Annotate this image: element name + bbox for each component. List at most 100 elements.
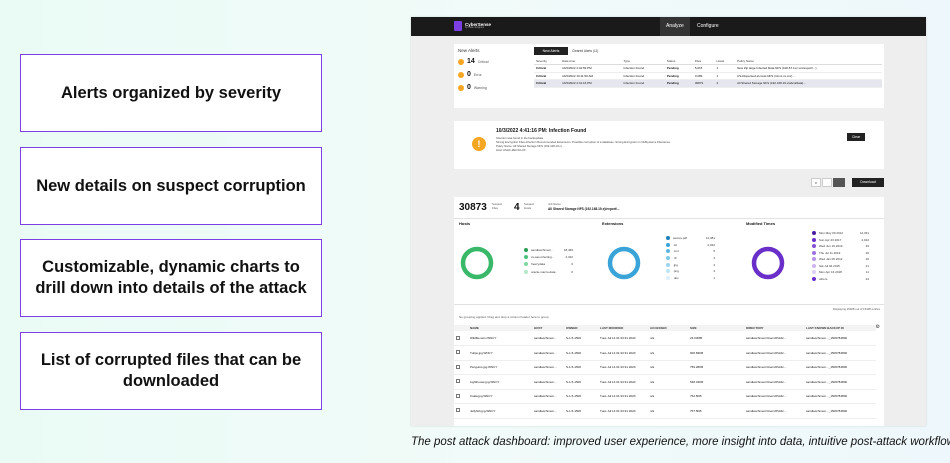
col-hosts[interactable]: Hosts xyxy=(714,57,736,65)
legend-item[interactable]: .rtf 4 xyxy=(666,255,715,262)
legend-item[interactable]: secure.pdf 12,381 xyxy=(666,235,715,242)
cell: Jellyfish.jpg.WNCY xyxy=(468,403,532,419)
tab-cleared-alerts[interactable]: Cleared Alerts (11) xyxy=(572,47,598,55)
file-row[interactable]: Wildfile.wmv.WNCY sandiacchmem... S-1-5-15… xyxy=(454,331,876,346)
col-type[interactable]: Type xyxy=(621,57,665,65)
extensions-chart-title: Extensions xyxy=(602,221,624,226)
legend-item[interactable]: others 24 xyxy=(812,276,869,283)
legend-item[interactable]: oracle-macro-data.. 0 xyxy=(524,268,573,275)
nav-tab-configure[interactable]: Configure xyxy=(691,17,725,36)
extensions-donut-ring[interactable] xyxy=(607,246,641,280)
cell: 23.03MB xyxy=(688,331,744,346)
legend-item[interactable]: .png 3 xyxy=(666,268,715,275)
row-checkbox[interactable] xyxy=(456,335,460,340)
legend-dot-icon xyxy=(666,256,670,261)
alert-row[interactable]: Critical 10/3/2022 10:11:50 AM Infection… xyxy=(534,72,882,80)
cell: Tues Jul 14 01:33:31 2020 xyxy=(598,345,648,361)
legend-item[interactable]: cs-sas-infecting.. 2,322 xyxy=(524,253,573,260)
legend-item[interactable]: .txt 2,022 xyxy=(666,242,715,249)
cell: Koala.jpg.WNCY xyxy=(468,389,532,404)
legend-dot-icon xyxy=(812,263,816,268)
file-row[interactable]: Koala.jpg.WNCY sandiacchmem... S-1-5-1500 T… xyxy=(454,389,876,404)
cell: sandiacchmem... xyxy=(532,360,564,375)
job-name-label: Job Name xyxy=(548,202,561,206)
alert-row-selected[interactable]: Critical 10/3/2022 4:41:16 PM Infection … xyxy=(534,79,882,88)
clear-button[interactable]: Clear xyxy=(847,133,865,141)
legend-dot-icon xyxy=(666,262,670,267)
legend-item[interactable]: freezydata 0 xyxy=(524,261,573,268)
severity-warning[interactable]: 0 Warning xyxy=(458,84,487,91)
legend-dot-icon xyxy=(666,236,670,241)
row-checkbox[interactable] xyxy=(456,393,460,398)
cell: 606.83KB xyxy=(688,345,744,361)
hosts-donut[interactable] xyxy=(459,245,495,281)
settings-gear-icon[interactable]: ⚙ xyxy=(876,324,880,330)
legend-dot-icon xyxy=(524,254,528,259)
file-row[interactable]: Jellyfish.jpg.WNCY sandiacchmem... S-1-5-1… xyxy=(454,403,876,419)
cell: Wildfile.wmv.WNCY xyxy=(468,331,532,346)
modified-donut[interactable] xyxy=(750,245,786,281)
legend-label: .rtf xyxy=(673,256,677,261)
legend-label: .txt xyxy=(673,242,678,247)
cell: Tues Jul 14 01:33:31 2020 xyxy=(598,360,648,375)
file-row[interactable]: Penguins.jpg.WNCY sandiacchmem... S-1-5-15… xyxy=(454,360,876,375)
feature-text: New details on suspect corruption xyxy=(36,176,306,195)
cell: Infection Found xyxy=(621,79,665,88)
cell: New Zip large Infected Data NFS (100.67.… xyxy=(735,64,882,73)
hosts-legend: sandiacchmem.. 18,469 cs-sas-infecting.. 2… xyxy=(524,246,573,275)
feature-box-corruption: New details on suspect corruption xyxy=(20,147,322,225)
nav-tab-analyze[interactable]: Analyze xyxy=(660,17,690,36)
legend-dot-icon xyxy=(524,247,528,252)
severity-count: 0 xyxy=(467,84,471,91)
legend-item[interactable]: sandiacchmem.. 18,469 xyxy=(524,246,573,253)
legend-value: 2,022 xyxy=(861,237,869,242)
severity-label: Critical xyxy=(477,59,489,64)
legend-value: 12,331 xyxy=(859,231,869,236)
legend-item[interactable]: .doc 1 xyxy=(666,275,715,282)
col-files[interactable]: Files xyxy=(692,57,715,65)
cell: sandiacchmem/Users/Public... xyxy=(744,331,804,346)
legend-dot-icon xyxy=(812,257,816,262)
severity-count: 0 xyxy=(467,71,471,78)
severity-critical[interactable]: 14 Critical xyxy=(458,58,489,65)
severity-dot-icon xyxy=(458,58,464,65)
severity-error[interactable]: 0 Error xyxy=(458,71,482,78)
file-row[interactable]: Tulips.jpg.WNCY sandiacchmem... S-1-5-1500… xyxy=(454,345,876,361)
tab-new-alerts[interactable]: New Alerts xyxy=(534,47,568,55)
cell: n/a xyxy=(648,331,688,346)
col-severity[interactable]: Severity xyxy=(534,57,561,65)
col-policy[interactable]: Policy Name xyxy=(735,57,882,65)
legend-value: 4 xyxy=(713,256,715,261)
col-datetime[interactable]: Date-time xyxy=(560,57,622,65)
grid-view-icon[interactable] xyxy=(822,178,832,187)
cell: All Shared Storage NFS (192.168.19.x/abc… xyxy=(735,79,882,88)
download-button[interactable]: Download xyxy=(852,178,884,187)
modified-donut-ring[interactable] xyxy=(751,246,785,280)
legend-label: .xml xyxy=(673,249,679,254)
legend-item[interactable]: .jpg 4 xyxy=(666,261,715,268)
row-checkbox[interactable] xyxy=(456,364,460,369)
legend-value: 0 xyxy=(571,269,573,274)
legend-item[interactable]: .xml 5 xyxy=(666,248,715,255)
file-row[interactable]: Lighthouse.jpg.WNCY sandiacchmem... S-1-5-… xyxy=(454,374,876,390)
list-view-icon[interactable]: ≡ xyxy=(811,178,821,187)
legend-value: 11 xyxy=(865,270,869,275)
legend-label: sandiacchmem.. xyxy=(531,247,553,252)
dashboard-screenshot: CyberSense by Index Engines Analyze Confi… xyxy=(411,17,926,426)
cell: sandiacchmem..._1506784800 xyxy=(804,374,876,390)
chart-view-icon[interactable] xyxy=(833,178,845,187)
severity-count: 14 xyxy=(467,58,475,65)
suspect-hosts-label: Suspect Hosts xyxy=(524,202,535,210)
row-checkbox[interactable] xyxy=(456,379,460,384)
cell: 1 xyxy=(714,72,736,80)
cell: S-1-5-1500 xyxy=(564,389,598,404)
legend-dot-icon xyxy=(666,269,670,274)
row-checkbox[interactable] xyxy=(456,408,460,413)
col-status[interactable]: Status xyxy=(664,57,693,65)
row-checkbox[interactable] xyxy=(456,350,460,355)
legend-value: 24 xyxy=(865,276,869,281)
hosts-donut-ring[interactable] xyxy=(460,246,494,280)
alert-row[interactable]: Critical 10/3/2022 4:42:59 PM Infection … xyxy=(534,64,882,73)
extensions-donut[interactable] xyxy=(606,245,642,281)
feature-box-download: List of corrupted files that can be down… xyxy=(20,332,322,410)
